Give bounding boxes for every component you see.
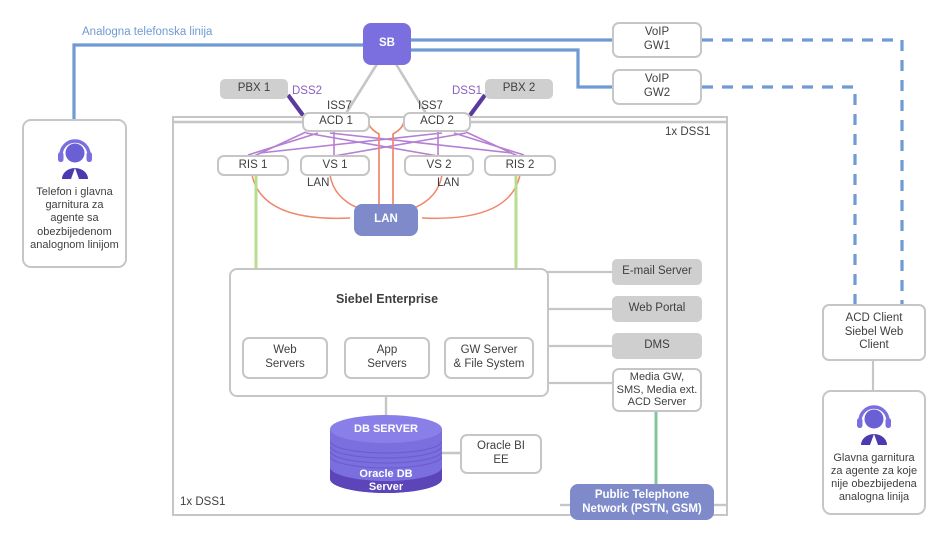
agent-card-analog[interactable]: Telefon i glavna garnitura za agente sa … [22,119,127,268]
node-lan[interactable]: LAN [354,204,418,236]
node-email-server[interactable]: E-mail Server [612,259,702,285]
node-ris2[interactable]: RIS 2 [484,155,556,176]
node-media-gw[interactable]: Media GW, SMS, Media ext. ACD Server [612,368,702,412]
node-pstn[interactable]: Public Telephone Network (PSTN, GSM) [570,484,714,520]
dss2-label: DSS2 [292,85,323,97]
node-sb[interactable]: SB [363,23,411,65]
agent-card-no-analog[interactable]: Glavna garnitura za agente za koje nije … [822,390,926,515]
node-acd1[interactable]: ACD 1 [302,112,370,132]
siebel-enterprise-title: Siebel Enterprise [335,292,439,306]
agent-card-analog-caption: Telefon i glavna garnitura za agente sa … [30,186,119,251]
node-voip-gw1[interactable]: VoIP GW1 [612,22,702,58]
node-db-server[interactable]: DB SERVER Oracle DB Server [329,415,443,493]
node-voip-gw2[interactable]: VoIP GW2 [612,69,702,105]
node-web-servers[interactable]: Web Servers [242,337,328,379]
node-oracle-bi[interactable]: Oracle BI EE [460,434,542,474]
db-server-top-label: DB SERVER [354,423,418,435]
node-acd2[interactable]: ACD 2 [403,112,471,132]
analog-line-label: Analogna telefonska linija [82,26,213,38]
node-web-portal[interactable]: Web Portal [612,296,702,322]
node-dms[interactable]: DMS [612,333,702,359]
lan-right-label: LAN [437,177,460,189]
dss1-top-right-label: 1x DSS1 [665,126,711,138]
agent-card-no-analog-caption: Glavna garnitura za agente za koje nije … [830,451,918,504]
node-vs1[interactable]: VS 1 [300,155,370,176]
db-server-bottom-label: Oracle DB Server [359,468,413,493]
iss7-right-label: ISS7 [418,100,443,112]
node-app-servers[interactable]: App Servers [344,337,430,379]
node-gw-server[interactable]: GW Server & File System [444,337,534,379]
node-ris1[interactable]: RIS 1 [217,155,289,176]
node-acd-client[interactable]: ACD Client Siebel Web Client [822,304,926,361]
iss7-left-label: ISS7 [327,100,352,112]
headset-agent-icon [57,139,92,180]
dss1-bottom-left-label: 1x DSS1 [180,496,226,508]
node-pbx2[interactable]: PBX 2 [485,79,553,99]
node-pbx1[interactable]: PBX 1 [220,79,288,99]
dss1-label: DSS1 [452,85,483,97]
network-diagram: Analogna telefonska linija ISS7 ISS7 DSS… [0,0,950,550]
node-vs2[interactable]: VS 2 [404,155,474,176]
headset-agent-icon-2 [857,405,891,445]
lan-left-label: LAN [307,177,330,189]
